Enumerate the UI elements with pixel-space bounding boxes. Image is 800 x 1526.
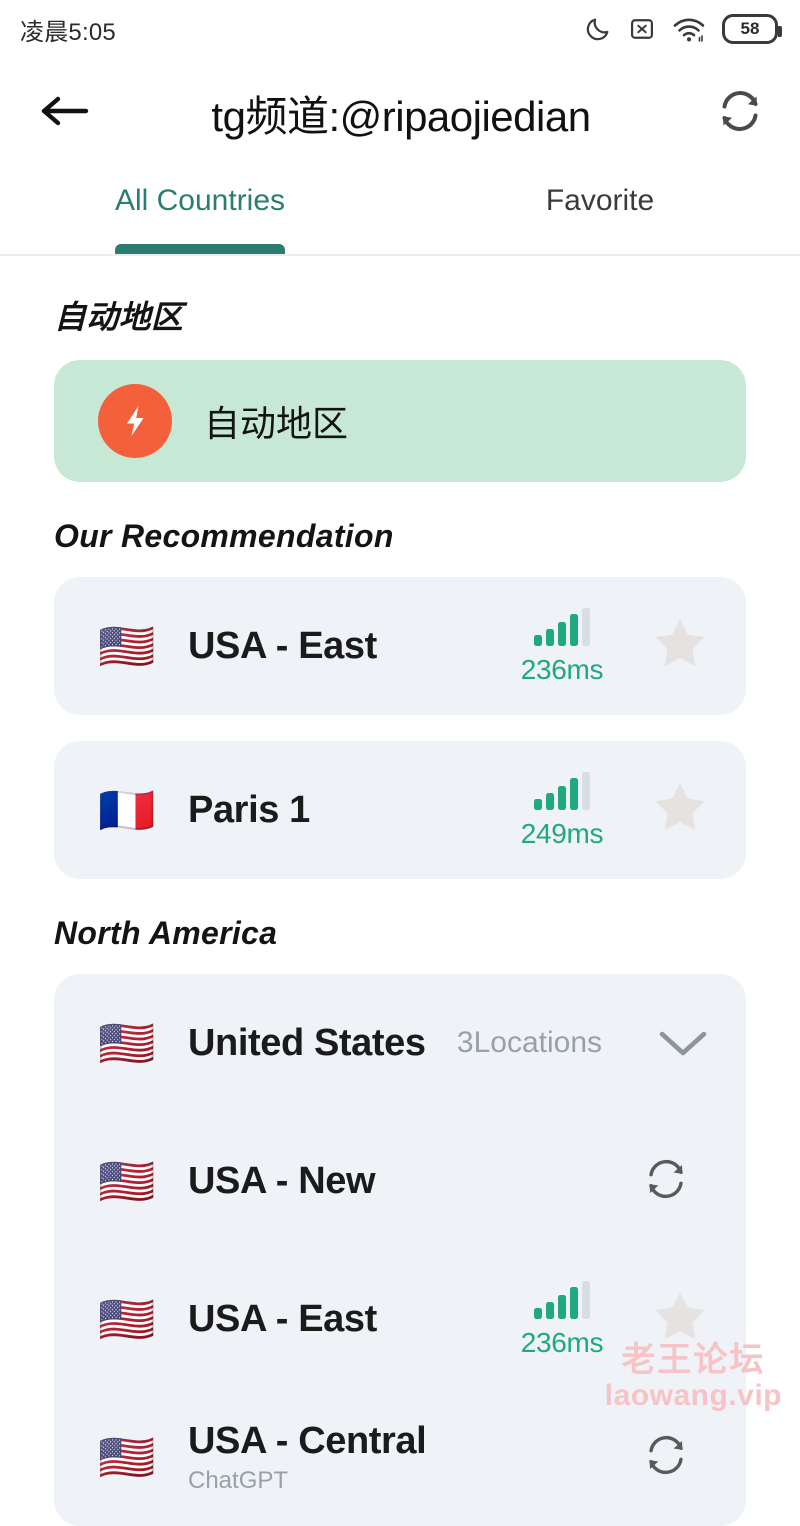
battery-level: 58 bbox=[740, 19, 760, 38]
flag-icon: 🇫🇷 bbox=[98, 784, 156, 836]
list-item-label: USA - East bbox=[188, 624, 377, 667]
list-item-text: USA - Central ChatGPT bbox=[188, 1420, 638, 1495]
signal-bars-icon bbox=[532, 607, 592, 652]
tab-all-countries[interactable]: All Countries bbox=[0, 168, 400, 254]
list-item[interactable]: 🇺🇸 USA - Central ChatGPT bbox=[54, 1388, 746, 1526]
auto-region-label: 自动地区 bbox=[204, 403, 349, 444]
list-item-label: United States bbox=[188, 1021, 426, 1064]
list-item-label: USA - New bbox=[188, 1159, 376, 1202]
list-item-text: United States bbox=[188, 1022, 457, 1065]
list-item[interactable]: 🇺🇸 USA - East 236ms bbox=[54, 1250, 746, 1388]
flag-icon: 🇺🇸 bbox=[98, 620, 156, 672]
battery-icon: 58 bbox=[722, 14, 782, 44]
north-america-card: 🇺🇸 United States 3Locations 🇺🇸 USA - New bbox=[54, 974, 746, 1526]
list-item[interactable]: 🇫🇷 Paris 1 249ms bbox=[54, 741, 746, 879]
app-header: tg频道:@ripaojiedian bbox=[0, 58, 800, 168]
list-item-text: USA - East bbox=[188, 1298, 514, 1341]
loading-refresh-icon[interactable] bbox=[638, 1151, 694, 1212]
locations-count: 3Locations bbox=[456, 1026, 602, 1059]
list-item-sublabel: ChatGPT bbox=[188, 1466, 289, 1494]
status-bar: 凌晨5:05 58 bbox=[0, 0, 800, 58]
latency-value: 249ms bbox=[520, 817, 604, 849]
list-item-label: USA - East bbox=[188, 1297, 377, 1340]
favorite-star-icon[interactable] bbox=[650, 1287, 710, 1352]
latency-value: 236ms bbox=[520, 653, 604, 685]
server-list: 自动地区 自动地区 Our Recommendation 🇺🇸 USA - Ea… bbox=[0, 256, 800, 1526]
flag-icon: 🇺🇸 bbox=[98, 1431, 156, 1483]
list-item-trailing bbox=[638, 1427, 710, 1488]
refresh-icon bbox=[711, 82, 769, 145]
signal-bars-icon bbox=[532, 1280, 592, 1325]
list-item-text: Paris 1 bbox=[188, 789, 514, 832]
list-item[interactable]: 🇺🇸 USA - New bbox=[54, 1112, 746, 1250]
list-item-label: Paris 1 bbox=[188, 788, 310, 831]
arrow-left-icon bbox=[38, 91, 90, 136]
tab-favorite-label: Favorite bbox=[545, 184, 655, 217]
section-title-north-america: North America bbox=[54, 915, 278, 951]
flag-icon: 🇺🇸 bbox=[98, 1155, 156, 1207]
recommendation-card-usa-east: 🇺🇸 USA - East 236ms bbox=[54, 577, 746, 715]
list-item-trailing: 236ms bbox=[514, 607, 710, 686]
signal-bars-icon bbox=[532, 771, 592, 816]
bolt-icon bbox=[98, 384, 172, 458]
latency-indicator: 249ms bbox=[514, 771, 610, 850]
chevron-down-icon[interactable] bbox=[656, 1026, 710, 1060]
moon-icon bbox=[584, 15, 612, 43]
section-title-recommendation: Our Recommendation bbox=[54, 518, 394, 554]
auto-region-card[interactable]: 自动地区 bbox=[54, 360, 746, 482]
recommendation-card-paris-1: 🇫🇷 Paris 1 249ms bbox=[54, 741, 746, 879]
flag-icon: 🇺🇸 bbox=[98, 1293, 156, 1345]
tab-bar: All Countries Favorite bbox=[0, 168, 800, 256]
latency-indicator: 236ms bbox=[514, 1280, 610, 1359]
latency-value: 236ms bbox=[520, 1326, 604, 1358]
tab-favorite[interactable]: Favorite bbox=[400, 168, 800, 254]
favorite-star-icon[interactable] bbox=[650, 778, 710, 843]
flag-icon: 🇺🇸 bbox=[98, 1017, 156, 1069]
status-icon-group: 58 bbox=[584, 14, 782, 44]
x-box-icon bbox=[628, 15, 656, 43]
favorite-star-icon[interactable] bbox=[650, 614, 710, 679]
list-item-country-united-states[interactable]: 🇺🇸 United States 3Locations bbox=[54, 974, 746, 1112]
list-item-label: USA - Central bbox=[188, 1419, 427, 1462]
loading-refresh-icon[interactable] bbox=[638, 1427, 694, 1488]
list-item-trailing: 3Locations bbox=[457, 1026, 710, 1060]
back-button[interactable] bbox=[36, 85, 92, 141]
page-title: tg频道:@ripaojiedian bbox=[211, 92, 591, 140]
list-item-trailing: 236ms bbox=[514, 1280, 710, 1359]
refresh-button[interactable] bbox=[710, 83, 770, 143]
list-item[interactable]: 🇺🇸 USA - East 236ms bbox=[54, 577, 746, 715]
status-time: 凌晨5:05 bbox=[20, 18, 116, 46]
wifi-icon bbox=[672, 14, 706, 44]
list-item-trailing bbox=[638, 1151, 710, 1212]
list-item-trailing: 249ms bbox=[514, 771, 710, 850]
list-item-text: USA - New bbox=[188, 1160, 638, 1203]
latency-indicator: 236ms bbox=[514, 607, 610, 686]
list-item-text: USA - East bbox=[188, 625, 514, 668]
tab-all-countries-label: All Countries bbox=[114, 184, 286, 217]
section-title-auto: 自动地区 bbox=[54, 299, 184, 335]
